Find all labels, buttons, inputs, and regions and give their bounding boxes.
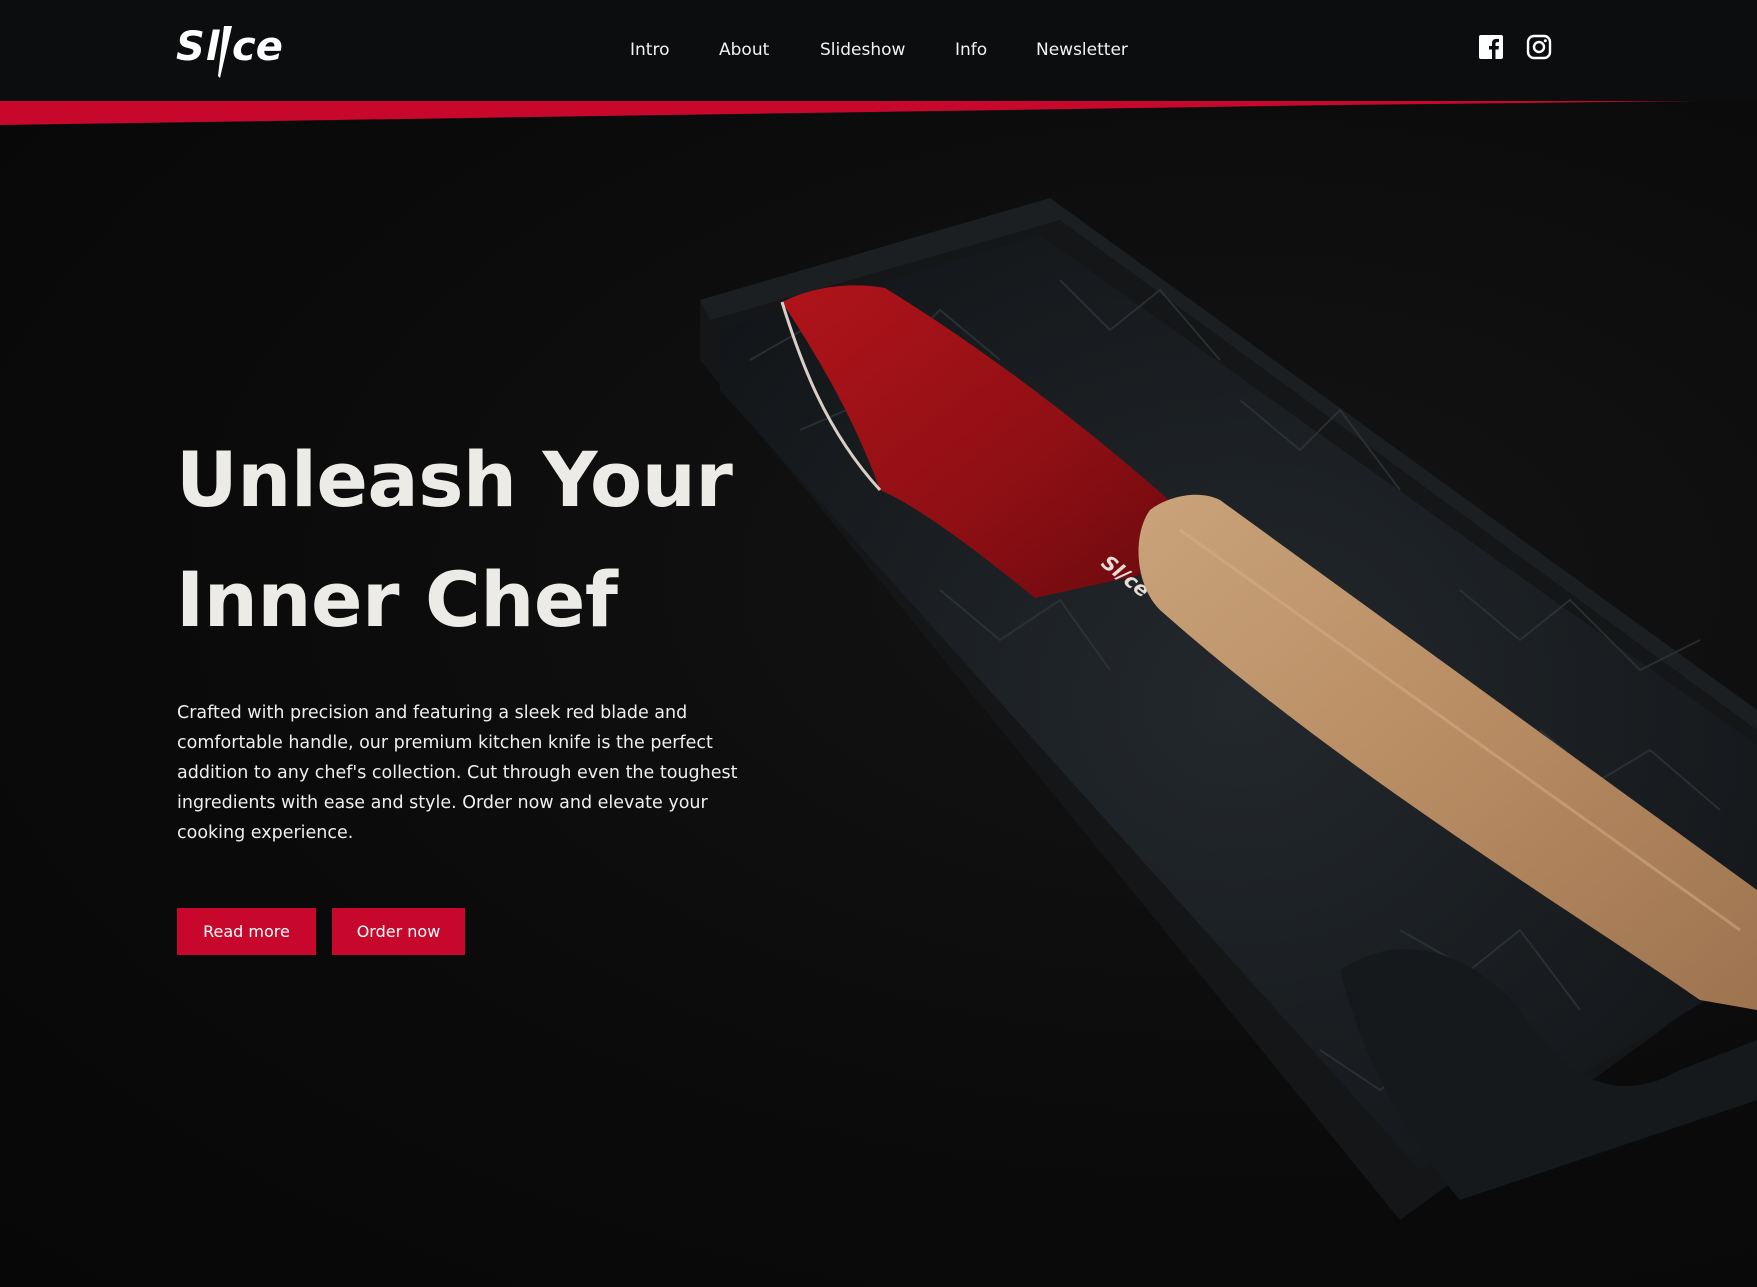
- hero-headline: Unleash Your Inner Chef: [176, 420, 733, 660]
- headline-line-2: Inner Chef: [176, 555, 618, 644]
- headline-line-1: Unleash Your: [176, 435, 733, 524]
- page: Sl ce Intro About Slideshow Info Newslet…: [0, 0, 1757, 1287]
- instagram-icon[interactable]: [1526, 34, 1552, 60]
- nav-item-info[interactable]: Info: [955, 40, 987, 60]
- knife-product-image: Sl/ce: [700, 198, 1757, 1220]
- nav-item-slideshow[interactable]: Slideshow: [820, 40, 905, 60]
- site-header: Sl ce Intro About Slideshow Info Newslet…: [0, 0, 1757, 101]
- read-more-button[interactable]: Read more: [177, 908, 316, 955]
- nav-item-intro[interactable]: Intro: [630, 40, 669, 60]
- nav-item-newsletter[interactable]: Newsletter: [1036, 40, 1128, 60]
- facebook-icon[interactable]: [1478, 34, 1504, 60]
- hero-description: Crafted with precision and featuring a s…: [177, 703, 738, 843]
- accent-stripe: [0, 101, 1700, 125]
- order-now-button[interactable]: Order now: [332, 908, 465, 955]
- nav-item-about[interactable]: About: [719, 40, 769, 60]
